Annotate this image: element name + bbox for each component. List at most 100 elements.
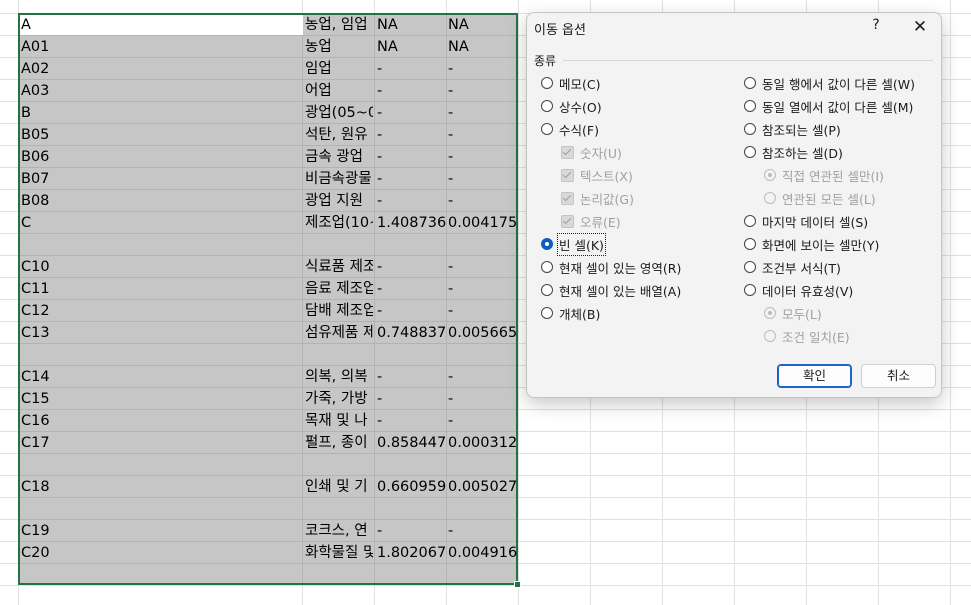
cell-a[interactable] <box>21 234 301 256</box>
cell-c[interactable]: 1.408736 <box>377 212 447 234</box>
cell-d[interactable]: - <box>448 388 518 410</box>
radio-right_options-6[interactable]: 마지막 데이터 셀(S) <box>744 211 868 231</box>
cell-a[interactable]: C14 <box>21 366 301 388</box>
cell-d[interactable]: - <box>448 124 518 146</box>
cell-c[interactable]: - <box>377 168 447 190</box>
cell-b[interactable]: 임업 <box>305 58 373 80</box>
cell-a[interactable]: B06 <box>21 146 301 168</box>
cell-c[interactable]: - <box>377 58 447 80</box>
cell-d[interactable]: - <box>448 278 518 300</box>
cell-d[interactable]: - <box>448 190 518 212</box>
cell-b[interactable]: 의복, 의복 <box>305 366 373 388</box>
cell-a[interactable]: A03 <box>21 80 301 102</box>
cell-c[interactable]: - <box>377 410 447 432</box>
cell-b[interactable] <box>305 498 373 520</box>
cell-c[interactable]: - <box>377 366 447 388</box>
cell-b[interactable] <box>305 344 373 366</box>
cell-d[interactable] <box>448 564 518 586</box>
cell-a[interactable]: B08 <box>21 190 301 212</box>
help-icon[interactable]: ? <box>869 17 883 33</box>
cell-d[interactable]: 0.000312 <box>448 432 518 454</box>
cell-b[interactable]: 제조업(10~ <box>305 212 373 234</box>
cell-a[interactable]: C19 <box>21 520 301 542</box>
cell-a[interactable]: C10 <box>21 256 301 278</box>
radio-left_options-10[interactable]: 개체(B) <box>541 303 600 323</box>
cell-d[interactable]: 0.004916 <box>448 542 518 564</box>
cell-a[interactable]: C20 <box>21 542 301 564</box>
ok-button[interactable]: 확인 <box>777 364 852 388</box>
cell-a[interactable] <box>21 564 301 586</box>
cell-a[interactable] <box>21 454 301 476</box>
radio-right_options-8[interactable]: 조건부 서식(T) <box>744 257 841 277</box>
cell-c[interactable]: 1.802067 <box>377 542 447 564</box>
cell-a[interactable]: A02 <box>21 58 301 80</box>
cell-c[interactable]: - <box>377 190 447 212</box>
cell-a[interactable]: B07 <box>21 168 301 190</box>
cell-c[interactable]: NA <box>377 36 447 58</box>
cell-c[interactable]: - <box>377 124 447 146</box>
cell-d[interactable] <box>448 454 518 476</box>
cell-c[interactable]: - <box>377 278 447 300</box>
cell-a[interactable]: C16 <box>21 410 301 432</box>
cell-c[interactable] <box>377 498 447 520</box>
close-icon[interactable]: ✕ <box>910 17 930 37</box>
radio-right_options-2[interactable]: 참조되는 셀(P) <box>744 119 841 139</box>
radio-left_options-1[interactable]: 상수(O) <box>541 96 602 116</box>
cell-a[interactable]: A01 <box>21 36 301 58</box>
cell-d[interactable]: - <box>448 168 518 190</box>
cell-c[interactable]: - <box>377 388 447 410</box>
cell-b[interactable]: 코크스, 연 <box>305 520 373 542</box>
cell-b[interactable]: 광업 지원 <box>305 190 373 212</box>
cell-c[interactable]: - <box>377 102 447 124</box>
cell-b[interactable]: 석탄, 원유 <box>305 124 373 146</box>
cell-b[interactable]: 목재 및 나 <box>305 410 373 432</box>
cell-a[interactable]: C11 <box>21 278 301 300</box>
cell-d[interactable] <box>448 344 518 366</box>
cell-b[interactable]: 금속 광업 <box>305 146 373 168</box>
cell-b[interactable]: 비금속광물 <box>305 168 373 190</box>
cell-d[interactable]: - <box>448 58 518 80</box>
cell-a[interactable]: C18 <box>21 476 301 498</box>
cell-a[interactable]: B <box>21 102 301 124</box>
cell-d[interactable] <box>448 234 518 256</box>
cell-b[interactable]: 음료 제조업 <box>305 278 373 300</box>
cell-d[interactable]: NA <box>448 14 518 36</box>
radio-right_options-0[interactable]: 동일 행에서 값이 다른 셀(W) <box>744 73 915 93</box>
cell-d[interactable]: - <box>448 80 518 102</box>
cell-a[interactable]: A <box>21 14 301 36</box>
cell-b[interactable]: 펄프, 종이 <box>305 432 373 454</box>
cancel-button[interactable]: 취소 <box>861 364 936 388</box>
cell-b[interactable] <box>305 454 373 476</box>
cell-b[interactable]: 광업(05~0 <box>305 102 373 124</box>
cell-a[interactable]: C17 <box>21 432 301 454</box>
cell-d[interactable]: NA <box>448 36 518 58</box>
cell-c[interactable]: 0.858447 <box>377 432 447 454</box>
radio-right_options-9[interactable]: 데이터 유효성(V) <box>744 280 853 300</box>
cell-b[interactable]: 섬유제품 제 <box>305 322 373 344</box>
radio-left_options-7[interactable]: 빈 셀(K) <box>541 232 606 256</box>
cell-b[interactable]: 식료품 제조 <box>305 256 373 278</box>
cell-a[interactable]: C15 <box>21 388 301 410</box>
cell-a[interactable] <box>21 498 301 520</box>
cell-c[interactable] <box>377 344 447 366</box>
cell-d[interactable]: 0.005665 <box>448 322 518 344</box>
cell-d[interactable]: - <box>448 146 518 168</box>
cell-c[interactable]: - <box>377 256 447 278</box>
cell-c[interactable]: - <box>377 520 447 542</box>
cell-c[interactable] <box>377 454 447 476</box>
cell-d[interactable] <box>448 498 518 520</box>
cell-c[interactable] <box>377 234 447 256</box>
cell-c[interactable]: - <box>377 300 447 322</box>
radio-right_options-3[interactable]: 참조하는 셀(D) <box>744 142 843 162</box>
cell-b[interactable]: 인쇄 및 기 <box>305 476 373 498</box>
radio-left_options-9[interactable]: 현재 셀이 있는 배열(A) <box>541 280 681 300</box>
radio-left_options-2[interactable]: 수식(F) <box>541 119 599 139</box>
cell-a[interactable]: C13 <box>21 322 301 344</box>
radio-right_options-1[interactable]: 동일 열에서 값이 다른 셀(M) <box>744 96 913 116</box>
cell-d[interactable]: - <box>448 256 518 278</box>
radio-right_options-7[interactable]: 화면에 보이는 셀만(Y) <box>744 234 879 254</box>
cell-a[interactable] <box>21 344 301 366</box>
cell-d[interactable]: - <box>448 520 518 542</box>
cell-b[interactable] <box>305 564 373 586</box>
cell-c[interactable]: 0.660959 <box>377 476 447 498</box>
